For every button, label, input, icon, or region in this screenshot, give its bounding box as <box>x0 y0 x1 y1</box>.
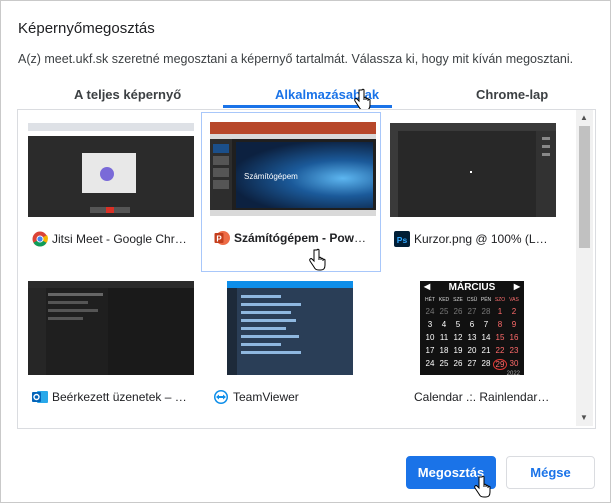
scroll-down-icon[interactable]: ▼ <box>580 413 588 422</box>
window-thumbnail: ◀ MÁRCIUS ▶ HÉT KED SZE CSÜ PÉN SZO VAS 24 25 26 2… <box>390 281 556 375</box>
calendar-date: 27 <box>467 359 477 368</box>
window-thumbnail <box>28 123 194 217</box>
calendar-date: 16 <box>509 333 519 342</box>
calendar-date: 12 <box>453 333 463 342</box>
calendar-weekday: VAS <box>509 297 519 303</box>
window-thumbnail: Számítógépem <box>210 122 376 216</box>
calendar-date: 22 <box>495 346 505 355</box>
window-thumbnail <box>390 123 556 217</box>
calendar-date: 1 <box>437 374 451 375</box>
calendar-date: 11 <box>439 333 449 342</box>
calendar-date: 24 <box>425 307 435 316</box>
window-item-photoshop[interactable]: Ps Kurzor.png @ 100% (Layer) <box>382 114 560 272</box>
calendar-weekday: KED <box>438 297 450 303</box>
slide-title-text: Számítógépem <box>244 172 298 181</box>
window-item-jitsi[interactable]: Jitsi Meet - Google Chrome <box>20 114 198 272</box>
calendar-date: 28 <box>481 359 491 368</box>
cancel-button[interactable]: Mégse <box>506 456 595 489</box>
window-item-rainlendar[interactable]: ◀ MÁRCIUS ▶ HÉT KED SZE CSÜ PÉN SZO VAS 24 25 26 2… <box>382 272 560 428</box>
calendar-date: 20 <box>467 346 477 355</box>
calendar-year: 2022 <box>506 371 520 375</box>
calendar-date: 2 <box>451 374 465 375</box>
svg-text:Ps: Ps <box>397 235 408 245</box>
calendar-date: 26 <box>453 359 463 368</box>
calendar-date: 3 <box>465 374 479 375</box>
calendar-date: 13 <box>467 333 477 342</box>
calendar-weekday: PÉN <box>480 297 492 303</box>
calendar-date: 15 <box>495 333 505 342</box>
calendar-date: 2 <box>511 307 517 316</box>
calendar-date: 3 <box>427 320 433 329</box>
calendar-date: 18 <box>439 346 449 355</box>
tab-application-window[interactable]: Alkalmazásablak <box>275 87 379 102</box>
calendar-date: 25 <box>439 359 449 368</box>
dialog-title: Képernyőmegosztás <box>18 20 155 37</box>
calendar-date: 31 <box>423 374 437 375</box>
tab-chrome-tab[interactable]: Chrome-lap <box>476 87 548 102</box>
calendar-date: 21 <box>481 346 491 355</box>
calendar-date: 28 <box>481 307 491 316</box>
window-item-outlook[interactable]: Beérkezett üzenetek – d... <box>20 272 198 428</box>
calendar-date: 1 <box>497 307 503 316</box>
window-thumbnail <box>227 281 353 375</box>
calendar-date: 30 <box>509 359 519 368</box>
active-tab-indicator <box>223 105 392 108</box>
calendar-date: 5 <box>493 374 507 375</box>
powerpoint-icon: P <box>214 231 230 245</box>
calendar-weekday: SZE <box>453 297 463 303</box>
window-list: Jitsi Meet - Google Chrome Számítógépem <box>17 109 596 429</box>
window-label: TeamViewer <box>213 389 371 405</box>
window-item-powerpoint[interactable]: Számítógépem P Számítógépem - PowerPoint <box>201 112 381 272</box>
calendar-date: 19 <box>453 346 463 355</box>
calendar-date: 7 <box>483 320 489 329</box>
chrome-icon <box>32 231 48 247</box>
calendar-date: 24 <box>425 359 435 368</box>
scrollbar[interactable]: ▲ ▼ <box>576 110 593 426</box>
tab-entire-screen[interactable]: A teljes képernyő <box>74 87 181 102</box>
window-item-teamviewer[interactable]: TeamViewer <box>201 272 379 428</box>
calendar-date: 4 <box>441 320 447 329</box>
calendar-date: 29 <box>493 359 507 370</box>
rainlendar-icon <box>394 389 410 405</box>
calendar-date: 8 <box>497 320 503 329</box>
scroll-up-icon[interactable]: ▲ <box>580 113 588 122</box>
teamviewer-icon <box>213 389 229 405</box>
outlook-icon <box>32 391 48 403</box>
calendar-date: 9 <box>511 320 517 329</box>
calendar-date: 14 <box>481 333 491 342</box>
calendar-grid: HÉT KED SZE CSÜ PÉN SZO VAS 24 25 26 27 28 1 2 3 4 5 6 7 8 9… <box>420 297 524 375</box>
calendar-weekday: SZO <box>494 297 506 303</box>
calendar-date: 25 <box>439 307 449 316</box>
calendar-date: 26 <box>453 307 463 316</box>
calendar-weekday: CSÜ <box>466 297 478 303</box>
calendar-date: 23 <box>509 346 519 355</box>
window-label: Ps Kurzor.png @ 100% (Layer) <box>394 231 552 247</box>
screen-share-dialog: Képernyőmegosztás A(z) meet.ukf.sk szere… <box>0 0 611 503</box>
calendar-date: 17 <box>425 346 435 355</box>
calendar-date: 6 <box>469 320 475 329</box>
window-label: Beérkezett üzenetek – d... <box>32 389 190 405</box>
scrollbar-thumb[interactable] <box>579 126 590 248</box>
calendar-date: 4 <box>479 374 493 375</box>
share-button[interactable]: Megosztás <box>406 456 496 489</box>
photoshop-icon: Ps <box>394 231 410 247</box>
calendar-widget: ◀ MÁRCIUS ▶ HÉT KED SZE CSÜ PÉN SZO VAS 24 25 26 2… <box>420 281 524 375</box>
window-thumbnail <box>28 281 194 375</box>
svg-text:P: P <box>216 235 222 244</box>
calendar-weekday: HÉT <box>425 297 435 303</box>
dialog-description: A(z) meet.ukf.sk szeretné megosztani a k… <box>18 52 574 66</box>
window-label: Calendar .:. Rainlendar P... <box>394 389 552 405</box>
calendar-date: 5 <box>455 320 461 329</box>
calendar-month: ◀ MÁRCIUS ▶ <box>424 282 520 293</box>
window-label: Jitsi Meet - Google Chrome <box>32 231 190 247</box>
calendar-date: 27 <box>467 307 477 316</box>
window-label: P Számítógépem - PowerPoint <box>214 230 372 246</box>
calendar-date: 10 <box>425 333 435 342</box>
